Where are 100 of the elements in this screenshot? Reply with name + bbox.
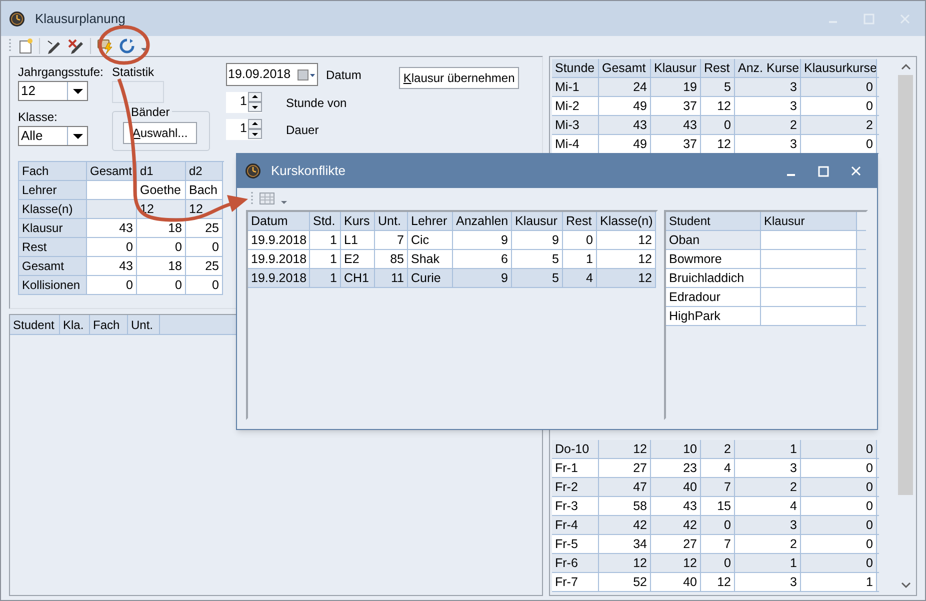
- table-cell: 27: [651, 535, 701, 553]
- table-cell: [87, 200, 137, 219]
- dropdown-arrow-icon[interactable]: [72, 88, 82, 94]
- column-header[interactable]: Gesamt: [599, 59, 651, 77]
- table-cell: 42: [599, 516, 651, 534]
- table-cell[interactable]: Bowmore: [666, 250, 761, 268]
- dropdown-arrow-icon[interactable]: [72, 134, 82, 138]
- table-cell: 49: [599, 97, 651, 115]
- new-document-icon[interactable]: [17, 38, 33, 54]
- table-cell: 0: [87, 238, 137, 257]
- column-header[interactable]: Rest: [701, 59, 735, 77]
- spin-up-icon[interactable]: [248, 119, 262, 129]
- spin-up-icon[interactable]: [248, 92, 262, 102]
- table-cell[interactable]: [761, 231, 857, 249]
- caret-icon[interactable]: [281, 200, 287, 204]
- column-header[interactable]: Rest: [563, 212, 597, 230]
- selection-button[interactable]: Auswahl...: [123, 122, 197, 144]
- column-header[interactable]: Lehrer: [408, 212, 453, 230]
- table-cell: 12: [701, 573, 735, 591]
- scroll-down-icon[interactable]: [900, 581, 912, 589]
- highlight-circle: [98, 25, 150, 65]
- conflict-icon[interactable]: [97, 38, 113, 54]
- grade-dropdown[interactable]: 12: [18, 81, 88, 101]
- column-header[interactable]: d2: [186, 162, 223, 181]
- table-cell: 4: [701, 459, 735, 477]
- date-picker[interactable]: 19.09.2018: [226, 63, 318, 86]
- delete-pen-icon[interactable]: [68, 38, 84, 54]
- table-cell: 9: [512, 231, 563, 249]
- column-header[interactable]: Fach: [19, 162, 87, 181]
- column-header[interactable]: Student: [666, 212, 761, 230]
- table-cell: 0: [701, 554, 735, 572]
- spin-down-icon[interactable]: [248, 102, 262, 112]
- table-cell: Bach: [186, 181, 223, 200]
- scroll-up-icon[interactable]: [900, 63, 912, 71]
- column-header[interactable]: Unt.: [128, 315, 160, 334]
- table-cell: 0: [801, 135, 877, 153]
- table-cell: 2: [701, 440, 735, 458]
- scrollbar-thumb[interactable]: [898, 75, 913, 495]
- table-cell: [87, 181, 137, 200]
- table-cell: 7: [701, 478, 735, 496]
- table-cell: 0: [801, 516, 877, 534]
- row-header: Kollisionen: [19, 276, 87, 295]
- table-cell: 11: [375, 269, 408, 287]
- column-header[interactable]: Fach: [90, 315, 128, 334]
- table-cell: 0: [186, 238, 223, 257]
- table-cell: 34: [599, 535, 651, 553]
- table-icon[interactable]: [259, 191, 275, 207]
- caret-icon[interactable]: [141, 48, 147, 50]
- table-cell: 23: [651, 459, 701, 477]
- table-cell: Fr-5: [552, 535, 599, 553]
- table-cell: 4: [735, 497, 801, 515]
- refresh-icon[interactable]: [119, 38, 135, 54]
- table-cell[interactable]: HighPark: [666, 307, 761, 325]
- table-cell: Fr-4: [552, 516, 599, 534]
- table-cell: 19.9.2018: [248, 269, 310, 287]
- column-header[interactable]: Unt.: [375, 212, 408, 230]
- table-cell[interactable]: Bruichladdich: [666, 269, 761, 287]
- table-cell: 4: [563, 269, 597, 287]
- table-cell[interactable]: Edradour: [666, 288, 761, 306]
- column-header[interactable]: Kla.: [60, 315, 90, 334]
- table-cell: 0: [801, 440, 877, 458]
- duration-spinner[interactable]: 1: [226, 119, 262, 140]
- table-cell[interactable]: [761, 288, 857, 306]
- class-dropdown[interactable]: Alle: [18, 126, 88, 146]
- table-cell[interactable]: [761, 269, 857, 287]
- column-header[interactable]: Stunde: [552, 59, 599, 77]
- column-header[interactable]: d1: [137, 162, 186, 181]
- spin-down-icon[interactable]: [248, 129, 262, 139]
- table-cell[interactable]: [761, 307, 857, 325]
- hour-spinner[interactable]: 1: [226, 92, 262, 113]
- column-header[interactable]: Klausur: [512, 212, 563, 230]
- pen-icon[interactable]: [46, 38, 62, 54]
- table-cell: 9: [453, 231, 512, 249]
- column-header[interactable]: Datum: [248, 212, 310, 230]
- statistics-field[interactable]: [112, 81, 164, 103]
- table-cell: 12: [597, 269, 656, 287]
- table-cell: 58: [599, 497, 651, 515]
- calendar-icon[interactable]: [297, 68, 315, 82]
- column-header[interactable]: Klausur: [651, 59, 701, 77]
- table-cell[interactable]: [761, 250, 857, 268]
- table-cell: 0: [137, 238, 186, 257]
- table-cell: 52: [599, 573, 651, 591]
- table-cell[interactable]: Oban: [666, 231, 761, 249]
- table-cell: 0: [137, 276, 186, 295]
- column-header[interactable]: Anz. Kurse: [735, 59, 801, 77]
- column-header[interactable]: Std.: [310, 212, 341, 230]
- column-header[interactable]: Klausur: [761, 212, 857, 230]
- column-header[interactable]: Klasse(n): [597, 212, 656, 230]
- field-label: Jahrgangsstufe:: [18, 64, 102, 81]
- table-cell: 3: [735, 97, 801, 115]
- table-cell: 9: [453, 269, 512, 287]
- row-header: Klasse(n): [19, 200, 87, 219]
- column-header[interactable]: Gesamt: [87, 162, 137, 181]
- table-cell: 19.9.2018: [248, 231, 310, 249]
- column-header[interactable]: Anzahlen: [453, 212, 512, 230]
- column-header[interactable]: Kurs: [341, 212, 375, 230]
- apply-button[interactable]: Klausur übernehmen: [399, 67, 519, 89]
- table-cell: 37: [651, 135, 701, 153]
- column-header[interactable]: Student: [10, 315, 60, 334]
- table-cell: 37: [651, 97, 701, 115]
